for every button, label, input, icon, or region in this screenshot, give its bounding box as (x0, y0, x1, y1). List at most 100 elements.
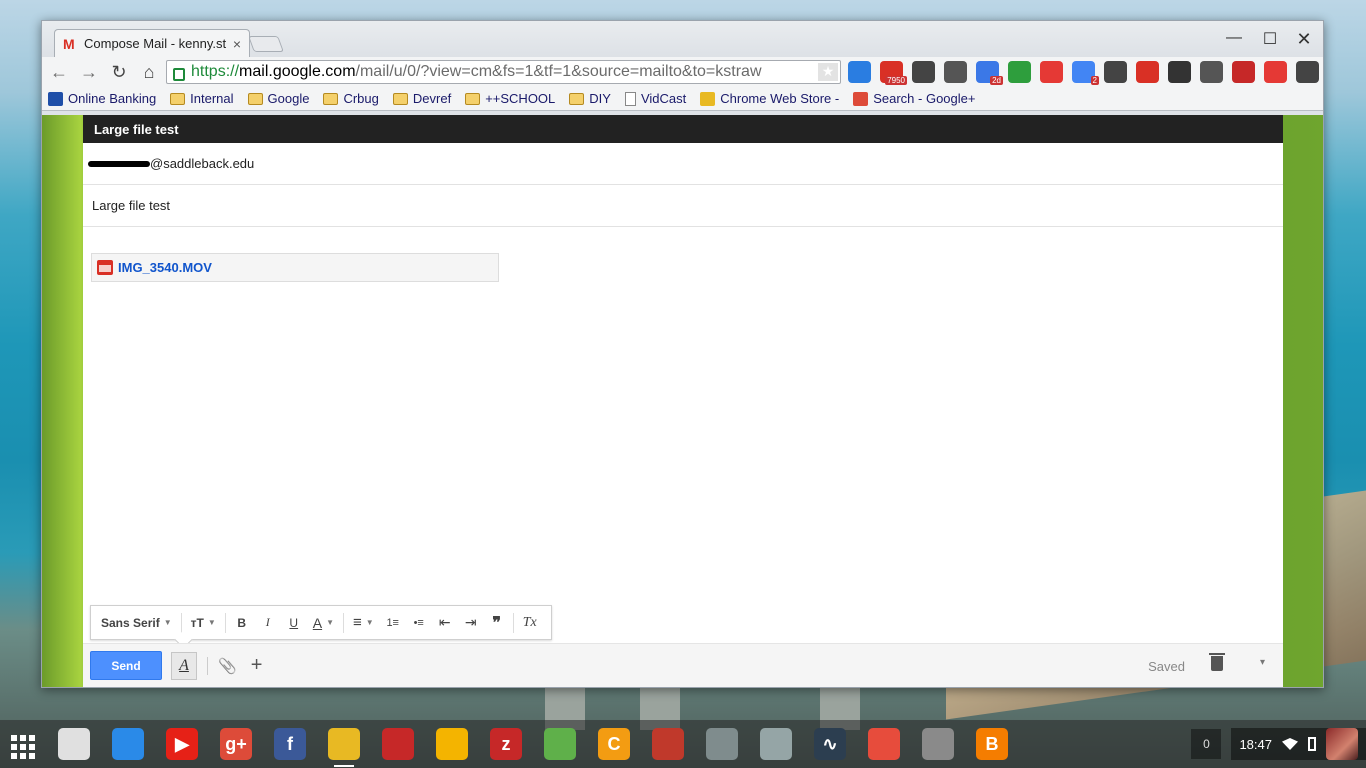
maps-icon[interactable] (544, 728, 576, 760)
formatting-options-button[interactable]: A (171, 651, 197, 680)
cube-app-icon[interactable] (706, 728, 738, 760)
quote-button[interactable]: ❞ (484, 611, 510, 635)
bookmark-item[interactable]: Online Banking (48, 91, 156, 106)
app-launcher-icon[interactable] (8, 732, 35, 759)
cube-app-2-icon[interactable] (760, 728, 792, 760)
speech-bubble-icon[interactable] (912, 61, 935, 83)
message-body[interactable]: IMG_3540.MOV (83, 227, 1283, 607)
url-scheme: https:// (191, 63, 240, 80)
bookmark-item[interactable]: Devref (392, 91, 452, 106)
bookmark-item[interactable]: Search - Google+ (853, 91, 975, 106)
subject-field[interactable]: Large file test (83, 185, 1283, 227)
share-icon[interactable] (1136, 61, 1159, 83)
indent-less-button[interactable]: ⇤ (432, 611, 458, 635)
bookmark-item[interactable]: Chrome Web Store - (700, 91, 839, 106)
blogger-icon[interactable]: B (976, 728, 1008, 760)
attach-files-icon[interactable]: 📎 (218, 657, 237, 675)
discard-draft-icon[interactable] (1209, 653, 1225, 671)
bookmark-label: Search - Google+ (873, 91, 976, 106)
bookmark-label: Google (267, 91, 310, 106)
close-tab-icon[interactable]: × (233, 36, 241, 52)
maximize-icon[interactable]: ☐ (1255, 29, 1285, 49)
system-tray[interactable]: 18:47 (1231, 728, 1366, 760)
close-window-icon[interactable]: ✕ (1289, 29, 1319, 50)
forward-icon[interactable]: → (76, 62, 102, 83)
chrome-web-store-icon[interactable] (58, 728, 90, 760)
c-app-icon[interactable]: C (598, 728, 630, 760)
github-icon[interactable] (944, 61, 967, 83)
folder-icon (465, 92, 481, 105)
app-glyph: C (607, 733, 621, 754)
new-tab-button[interactable] (248, 36, 284, 52)
numbered-list-button[interactable]: 1≡ (380, 611, 406, 635)
google-plus-icon[interactable]: g+ (220, 728, 252, 760)
divider (180, 612, 182, 633)
bookmark-item[interactable]: Internal (170, 91, 234, 106)
italic-button[interactable]: I (255, 611, 281, 635)
no-sleep-icon[interactable]: z (490, 728, 522, 760)
youtube-icon[interactable]: ▶ (166, 728, 198, 760)
attachment-name[interactable]: IMG_3540.MOV (118, 260, 212, 275)
adblock-plus-icon[interactable] (1264, 61, 1287, 83)
address-bar[interactable]: https:// mail.google.com /mail/u/0/?view… (166, 60, 841, 84)
facebook-icon[interactable]: f (274, 728, 306, 760)
os-shelf: ▶ g+ f z C ∿ B 0 18:47 (0, 720, 1366, 768)
to-field[interactable]: @saddleback.edu (83, 143, 1283, 185)
shield-icon[interactable] (1104, 61, 1127, 83)
reload-icon[interactable]: ↻ (106, 62, 132, 83)
chevron-down-icon: ▼ (163, 618, 172, 627)
film-icon[interactable] (1168, 61, 1191, 83)
font-label: Sans Serif (101, 615, 160, 630)
indent-more-button[interactable]: ⇥ (458, 611, 484, 635)
align-button[interactable]: ≡ ▼ (347, 611, 380, 635)
cast-icon[interactable] (1200, 61, 1223, 83)
attachment-chip[interactable]: IMG_3540.MOV (91, 253, 499, 282)
leaf-icon[interactable] (1008, 61, 1031, 83)
browser-window: Compose Mail - kenny.st × — ☐ ✕ ← → ↻ ⌂ … (41, 20, 1324, 688)
bookmark-label: Devref (412, 91, 452, 106)
bold-button[interactable]: B (229, 611, 255, 635)
bookmark-item[interactable]: ++SCHOOL (465, 91, 555, 106)
plus-badge-icon[interactable] (848, 61, 871, 83)
bookmark-star-icon[interactable]: ★ (818, 63, 838, 81)
files-icon[interactable] (112, 728, 144, 760)
sunset-icon[interactable] (868, 728, 900, 760)
toolbox-icon[interactable] (652, 728, 684, 760)
status-area: 0 18:47 (1191, 728, 1366, 760)
video-player-icon[interactable] (382, 728, 414, 760)
calendar-icon[interactable]: 2d (976, 61, 1003, 85)
chrome-tools-icon[interactable] (922, 728, 954, 760)
app-glyph: ▶ (175, 733, 189, 754)
minimize-icon[interactable]: — (1219, 29, 1249, 47)
bookmark-item[interactable]: DIY (569, 91, 611, 106)
menu-icon[interactable] (1296, 61, 1319, 83)
extension-icons: 7950 2d 2 (848, 61, 1319, 85)
download-icon[interactable] (1040, 61, 1063, 83)
bookmark-item[interactable]: Crbug (323, 91, 379, 106)
heart-icon[interactable] (1232, 61, 1255, 83)
pulse-icon[interactable]: ∿ (814, 728, 846, 760)
notification-count[interactable]: 0 (1191, 729, 1222, 759)
font-size-button[interactable]: тT ▼ (185, 611, 222, 635)
remove-formatting-button[interactable]: Tx (517, 611, 543, 635)
send-button[interactable]: Send (90, 651, 162, 680)
chrome-icon[interactable] (328, 728, 360, 767)
gmail-checker-icon[interactable]: 7950 (880, 61, 907, 85)
app-glyph: B (985, 733, 999, 754)
bulleted-list-button[interactable]: •≡ (406, 611, 432, 635)
bookmark-item[interactable]: VidCast (624, 91, 686, 106)
headphones-icon[interactable] (436, 728, 468, 760)
saved-status: Saved (1148, 659, 1185, 674)
google-plus-notif-icon[interactable]: 2 (1072, 61, 1099, 85)
bookmark-item[interactable]: Google (247, 91, 310, 106)
home-icon[interactable]: ⌂ (136, 62, 162, 83)
tab-compose-mail[interactable]: Compose Mail - kenny.st × (54, 29, 250, 57)
font-select[interactable]: Sans Serif ▼ (91, 611, 178, 635)
divider (512, 612, 514, 633)
underline-button[interactable]: U (281, 611, 307, 635)
more-options-icon[interactable]: ▾ (1260, 657, 1265, 668)
text-color-button[interactable]: A ▼ (307, 611, 340, 635)
back-icon[interactable]: ← (46, 62, 72, 83)
bookmark-label: Internal (190, 91, 234, 106)
more-insert-options-icon[interactable]: + (251, 654, 263, 677)
